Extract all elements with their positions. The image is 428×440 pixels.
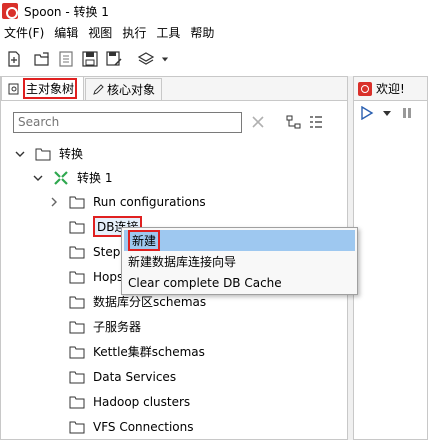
folder-icon: [69, 371, 85, 383]
tree-item-label: 子服务器: [93, 320, 142, 334]
tree-transformation-label: 转换 1: [77, 171, 113, 185]
folder-icon: [69, 421, 85, 433]
tree-item-vfs-connections[interactable]: VFS Connections: [69, 414, 193, 439]
context-menu: 新建 新建数据库连接向导 Clear complete DB Cache: [121, 227, 358, 295]
spoon-icon: [358, 81, 372, 96]
pencil-icon: [93, 83, 104, 95]
title-bar: Spoon - 转换 1: [0, 0, 428, 22]
save-as-icon: [106, 51, 122, 66]
search-input[interactable]: [13, 111, 242, 133]
pause-icon[interactable]: [400, 106, 414, 120]
expand-tree-icon[interactable]: [286, 114, 302, 130]
menu-item-label: Clear complete DB Cache: [128, 275, 282, 290]
open-icon: [34, 52, 49, 66]
tab-welcome-label: 欢迎!: [376, 82, 405, 96]
save-as-button[interactable]: [102, 47, 126, 71]
dropdown-arrow-icon[interactable]: [380, 106, 394, 120]
tree-item-label: Hadoop clusters: [93, 394, 191, 409]
perspective-dropdown[interactable]: [158, 47, 172, 71]
folder-icon: [69, 221, 85, 233]
tree-item-steps[interactable]: Steps: [69, 239, 127, 264]
tab-main-tree[interactable]: 主对象树: [1, 76, 85, 100]
window-title: Spoon - 转换 1: [24, 4, 109, 19]
save-button[interactable]: [78, 47, 102, 71]
tree-item-label: Data Services: [93, 369, 177, 384]
tree-item-label: Hops: [93, 269, 124, 284]
save-icon: [82, 51, 98, 67]
tree-item-label: 数据库分区schemas: [93, 295, 207, 309]
menu-item-clear-db-cache[interactable]: Clear complete DB Cache: [124, 272, 355, 293]
folder-icon: [69, 396, 85, 408]
tree-tools: [286, 114, 324, 130]
tree-item-slave-servers[interactable]: 子服务器: [69, 314, 141, 339]
transformation-icon: [54, 170, 68, 185]
dropdown-arrow-icon: [161, 57, 169, 62]
tab-core-objects-label: 核心对象: [107, 83, 156, 97]
tree-item-cluster-schemas[interactable]: Kettle集群schemas: [69, 339, 205, 364]
tree-item-hops[interactable]: Hops: [69, 264, 123, 289]
tree-transformation[interactable]: 转换 1: [31, 165, 112, 190]
folder-icon: [69, 196, 85, 208]
tree-item-hadoop-clusters[interactable]: Hadoop clusters: [69, 389, 190, 414]
folder-icon: [69, 246, 85, 258]
tree-item-data-services[interactable]: Data Services: [69, 364, 176, 389]
clear-icon[interactable]: [250, 114, 266, 130]
run-icon[interactable]: [360, 106, 374, 120]
left-tabs: 主对象树 核心对象: [1, 76, 347, 101]
menu-item-label: 新建数据库连接向导: [128, 255, 237, 269]
menu-tools[interactable]: 工具: [152, 24, 186, 41]
menu-item-new-connection-wizard[interactable]: 新建数据库连接向导: [124, 251, 355, 272]
right-panel: 欢迎!: [353, 76, 428, 440]
menu-help[interactable]: 帮助: [186, 24, 220, 41]
tab-main-tree-label: 主对象树: [23, 78, 78, 99]
tree-item-run-configurations[interactable]: Run configurations: [47, 189, 206, 214]
folder-icon: [69, 346, 85, 358]
menu-item-new[interactable]: 新建: [124, 230, 355, 251]
tree-icon: [8, 83, 19, 94]
chevron-right-icon[interactable]: [47, 195, 61, 209]
menu-file[interactable]: 文件(F): [0, 24, 50, 41]
main-toolbar: [0, 42, 428, 76]
tab-welcome[interactable]: 欢迎!: [354, 77, 427, 101]
tree-root-label: 转换: [59, 147, 84, 161]
chevron-down-icon[interactable]: [31, 171, 45, 185]
tab-core-objects[interactable]: 核心对象: [85, 78, 163, 100]
new-file-button[interactable]: [2, 47, 26, 71]
menu-run[interactable]: 执行: [118, 24, 152, 41]
new-file-icon: [8, 51, 20, 67]
explore-repo-button[interactable]: [54, 47, 78, 71]
perspective-icon: [137, 52, 155, 65]
folder-icon: [69, 271, 85, 283]
spoon-icon: [2, 3, 18, 19]
tree-root[interactable]: 转换: [13, 141, 83, 166]
tree-item-label: Kettle集群schemas: [93, 345, 205, 359]
tree-item-label: Run configurations: [93, 194, 206, 209]
collapse-tree-icon[interactable]: [308, 114, 324, 130]
menu-edit[interactable]: 编辑: [50, 24, 84, 41]
chevron-down-icon[interactable]: [13, 147, 27, 161]
tree-item-label: VFS Connections: [93, 419, 194, 434]
folder-icon: [69, 321, 85, 333]
menu-view[interactable]: 视图: [84, 24, 118, 41]
explore-repo-icon: [59, 51, 73, 67]
open-button[interactable]: [30, 47, 54, 71]
folder-icon: [35, 148, 51, 160]
search-row: [13, 110, 343, 134]
menu-item-label: 新建: [128, 230, 161, 251]
perspective-button[interactable]: [134, 47, 158, 71]
folder-icon: [69, 296, 85, 308]
menu-bar: 文件(F) 编辑 视图 执行 工具 帮助: [0, 22, 428, 42]
canvas-toolbar: [354, 101, 427, 125]
